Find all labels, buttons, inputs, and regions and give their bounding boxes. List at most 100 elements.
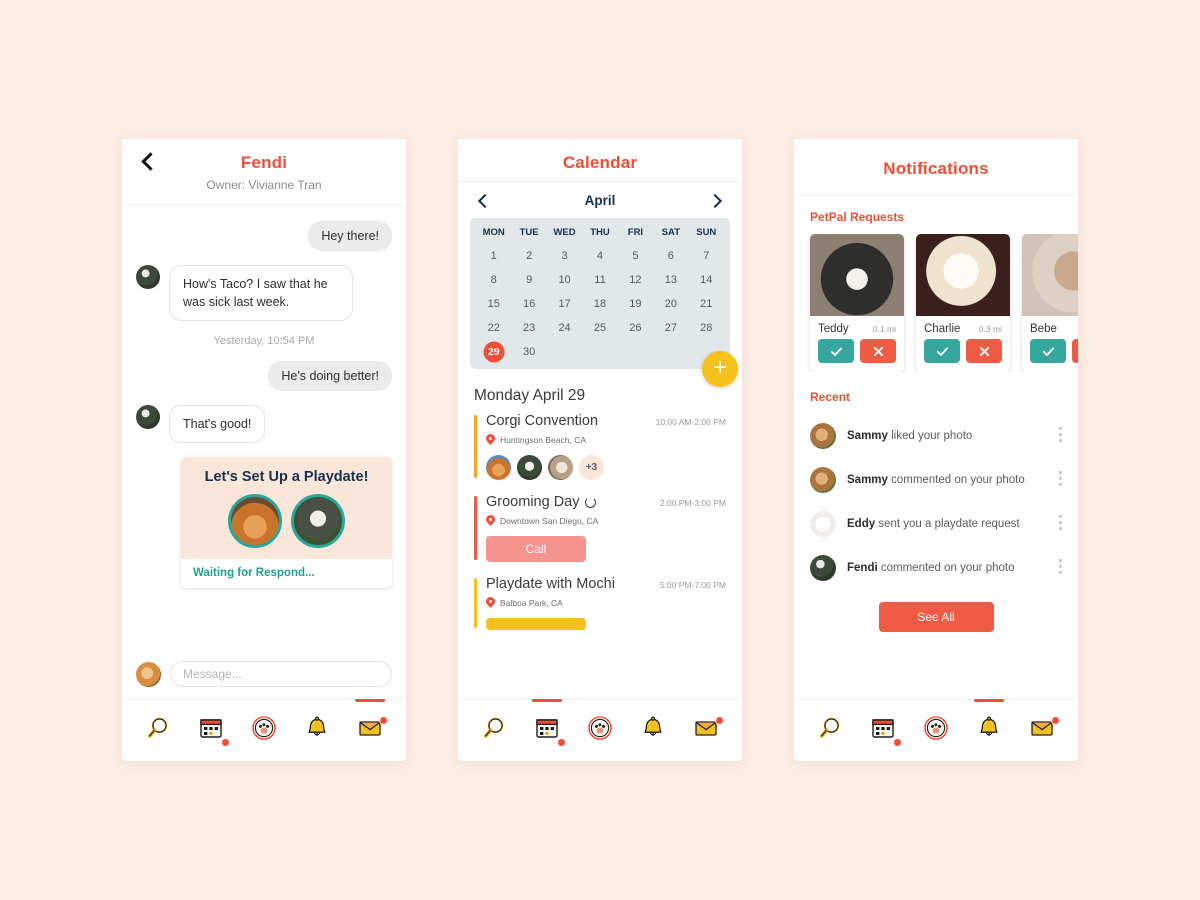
event-item[interactable]: Playdate with Mochi 5:00 PM-7:00 PM Balb… bbox=[474, 576, 726, 630]
notification-actor: Fendi bbox=[847, 562, 878, 574]
event-top-row: Corgi Convention 10:00 AM-2:00 PM bbox=[486, 413, 726, 429]
petpal-request-card[interactable]: Teddy 0.1 mi bbox=[810, 234, 904, 372]
calendar-day[interactable]: 1 bbox=[476, 247, 511, 265]
calendar-day[interactable]: 11 bbox=[582, 271, 617, 289]
attendee-avatar[interactable] bbox=[548, 455, 573, 480]
decline-button[interactable] bbox=[966, 339, 1002, 363]
calendar-day[interactable]: 3 bbox=[547, 247, 582, 265]
message-list[interactable]: Hey there! How's Taco? I saw that he was… bbox=[122, 205, 406, 651]
search-icon bbox=[145, 715, 171, 746]
attendee-avatar[interactable] bbox=[517, 455, 542, 480]
tab-pets[interactable] bbox=[243, 710, 285, 752]
calendar-day[interactable]: 27 bbox=[653, 319, 688, 337]
calendar-day[interactable]: 18 bbox=[582, 295, 617, 313]
petpal-requests-strip[interactable]: Teddy 0.1 mi Charlie 0.3 mi Bebe bbox=[794, 234, 1078, 372]
tab-search[interactable] bbox=[137, 710, 179, 752]
calendar-day[interactable]: 8 bbox=[476, 271, 511, 289]
calendar-day[interactable]: 12 bbox=[618, 271, 653, 289]
tab-notifications[interactable] bbox=[632, 710, 674, 752]
page-title: Notifications bbox=[883, 159, 989, 178]
event-item[interactable]: Corgi Convention 10:00 AM-2:00 PM Huntin… bbox=[474, 413, 726, 480]
calendar-day[interactable]: 19 bbox=[618, 295, 653, 313]
calendar-header: Calendar bbox=[458, 139, 742, 182]
see-all-button[interactable]: See All bbox=[878, 602, 994, 632]
notifications-body: PetPal Requests Teddy 0.1 mi Charlie 0.3… bbox=[794, 196, 1078, 699]
notification-row[interactable]: Fendi commented on your photo bbox=[810, 546, 1062, 590]
tab-messages[interactable] bbox=[685, 710, 727, 752]
tab-messages[interactable] bbox=[349, 698, 391, 752]
attendee-avatar[interactable] bbox=[486, 455, 511, 480]
calendar-day[interactable]: 17 bbox=[547, 295, 582, 313]
calendar-day[interactable]: 29 bbox=[476, 343, 511, 361]
tab-search[interactable] bbox=[473, 710, 515, 752]
playdate-card[interactable]: Let's Set Up a Playdate! Waiting for Res… bbox=[181, 457, 392, 589]
event-item[interactable]: Grooming Day 2:00 PM-3:00 PM Downtown Sa… bbox=[474, 494, 726, 562]
message-row: That's good! bbox=[136, 405, 392, 444]
chevron-right-icon[interactable] bbox=[707, 193, 723, 208]
tab-calendar[interactable] bbox=[862, 710, 904, 752]
tab-calendar[interactable] bbox=[526, 698, 568, 752]
call-button[interactable]: Call bbox=[486, 536, 586, 562]
tab-messages[interactable] bbox=[1021, 710, 1063, 752]
calendar-day[interactable]: 26 bbox=[618, 319, 653, 337]
calendar-day[interactable]: 22 bbox=[476, 319, 511, 337]
notification-row[interactable]: Sammy liked your photo bbox=[810, 414, 1062, 458]
accept-button[interactable] bbox=[1030, 339, 1066, 363]
petpal-meta: Bebe bbox=[1022, 316, 1078, 339]
calendar-day[interactable]: 6 bbox=[653, 247, 688, 265]
calendar-day[interactable]: 7 bbox=[689, 247, 724, 265]
event-title: Corgi Convention bbox=[486, 413, 599, 429]
event-location: Balboa Park, CA bbox=[500, 598, 563, 608]
calendar-day[interactable]: 4 bbox=[582, 247, 617, 265]
tab-pets[interactable] bbox=[915, 710, 957, 752]
calendar-day[interactable]: 16 bbox=[511, 295, 546, 313]
calendar-day[interactable]: 21 bbox=[689, 295, 724, 313]
tab-search[interactable] bbox=[809, 710, 851, 752]
more-options-icon[interactable] bbox=[1059, 427, 1062, 445]
accept-button[interactable] bbox=[924, 339, 960, 363]
event-title: Grooming Day bbox=[486, 494, 580, 510]
calendar-day[interactable]: 23 bbox=[511, 319, 546, 337]
accept-button[interactable] bbox=[818, 339, 854, 363]
calendar-day[interactable]: 25 bbox=[582, 319, 617, 337]
calendar-day[interactable]: 30 bbox=[511, 343, 546, 361]
petpal-actions bbox=[1022, 339, 1078, 372]
tab-pets[interactable] bbox=[579, 710, 621, 752]
calendar-day[interactable]: 9 bbox=[511, 271, 546, 289]
petpal-request-card[interactable]: Bebe bbox=[1022, 234, 1078, 372]
message-row: How's Taco? I saw that he was sick last … bbox=[136, 265, 392, 322]
tab-calendar[interactable] bbox=[190, 710, 232, 752]
calendar-grid[interactable]: MON TUE WED THU FRI SAT SUN 1 2 3 4 5 6 7 8 9 10 11 12 13 14… bbox=[476, 227, 724, 361]
event-action-button[interactable] bbox=[486, 618, 586, 630]
calendar-day[interactable]: 2 bbox=[511, 247, 546, 265]
notification-badge bbox=[1050, 715, 1060, 725]
notification-row[interactable]: Sammy commented on your photo bbox=[810, 458, 1062, 502]
more-options-icon[interactable] bbox=[1059, 515, 1062, 533]
message-input[interactable] bbox=[170, 661, 392, 687]
attendee-overflow[interactable]: +3 bbox=[579, 455, 604, 480]
calendar-day[interactable]: 13 bbox=[653, 271, 688, 289]
tab-notifications[interactable] bbox=[296, 710, 338, 752]
notification-action: commented on your photo bbox=[877, 562, 1015, 574]
add-event-button[interactable]: + bbox=[702, 351, 738, 387]
calendar-day[interactable]: 20 bbox=[653, 295, 688, 313]
calendar-day[interactable]: 28 bbox=[689, 319, 724, 337]
calendar-day[interactable]: 10 bbox=[547, 271, 582, 289]
decline-button[interactable] bbox=[860, 339, 896, 363]
petpal-request-card[interactable]: Charlie 0.3 mi bbox=[916, 234, 1010, 372]
bottom-tabbar bbox=[122, 698, 406, 761]
more-options-icon[interactable] bbox=[1059, 559, 1062, 577]
calendar-day[interactable]: 5 bbox=[618, 247, 653, 265]
calendar-day[interactable]: 14 bbox=[689, 271, 724, 289]
pet-photo bbox=[228, 494, 282, 549]
notification-row[interactable]: Eddy sent you a playdate request bbox=[810, 502, 1062, 546]
petpal-actions bbox=[916, 339, 1010, 372]
calendar-day[interactable]: 24 bbox=[547, 319, 582, 337]
month-navigator: April bbox=[458, 182, 742, 218]
paw-icon bbox=[587, 715, 613, 746]
chevron-left-icon[interactable] bbox=[477, 193, 493, 208]
more-options-icon[interactable] bbox=[1059, 471, 1062, 489]
tab-notifications[interactable] bbox=[968, 698, 1010, 752]
decline-button[interactable] bbox=[1072, 339, 1078, 363]
calendar-day[interactable]: 15 bbox=[476, 295, 511, 313]
